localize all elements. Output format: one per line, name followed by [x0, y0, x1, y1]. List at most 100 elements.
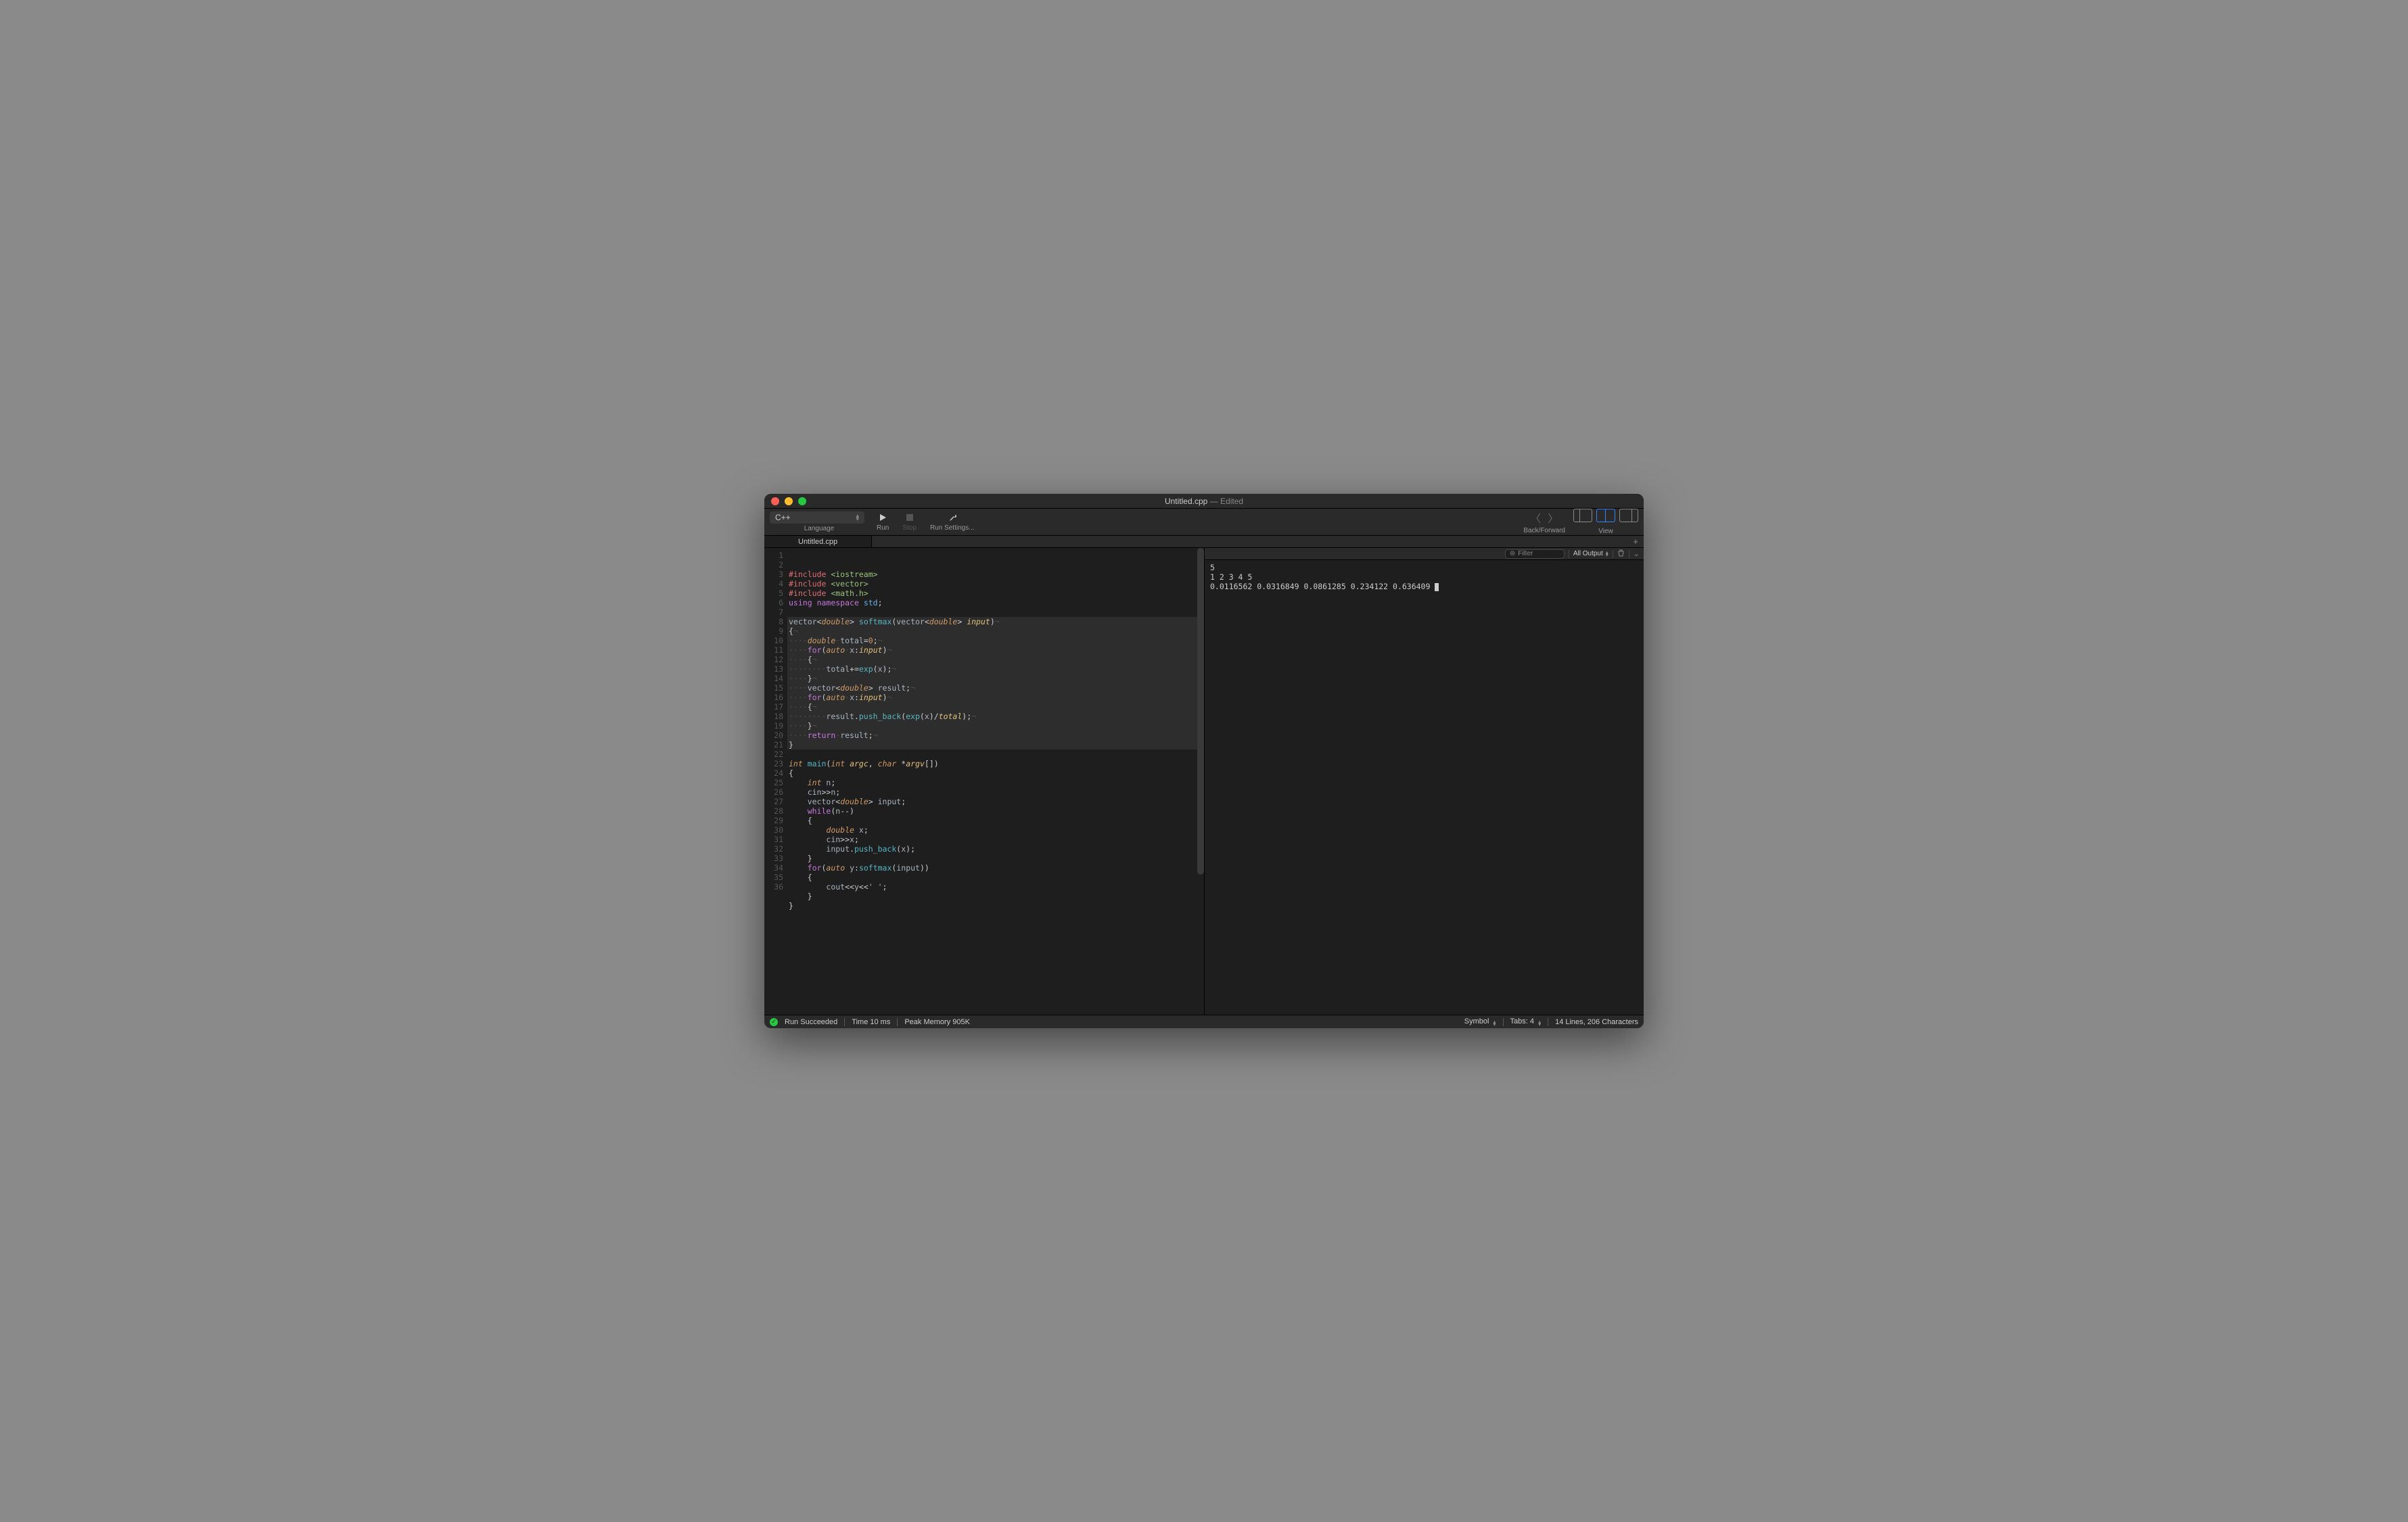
code-line[interactable]: using namespace std;: [787, 598, 1204, 607]
line-number: 34: [764, 863, 783, 873]
view-left-panel-button[interactable]: [1573, 509, 1592, 522]
code-line[interactable]: #include <vector>: [787, 579, 1204, 589]
line-number: 5: [764, 589, 783, 598]
chevron-updown-icon: ▴▾: [1538, 1021, 1541, 1026]
output-scope-select[interactable]: All Output ▴▾: [1573, 550, 1608, 557]
line-number: 28: [764, 806, 783, 816]
line-number: 15: [764, 683, 783, 693]
line-number: 25: [764, 778, 783, 787]
language-value: C++: [775, 513, 791, 522]
code-line[interactable]: int n;: [787, 778, 1204, 787]
code-line[interactable]: cin>>n;: [787, 787, 1204, 797]
code-line[interactable]: double x;: [787, 825, 1204, 835]
code-line[interactable]: ····}¬: [787, 674, 1204, 683]
code-editor[interactable]: 1234567891011121314151617181920212223242…: [764, 548, 1204, 1015]
code-line[interactable]: cin>>x;: [787, 835, 1204, 844]
line-number: 12: [764, 655, 783, 664]
code-line[interactable]: ········total+=exp(x);¬: [787, 664, 1204, 674]
code-line[interactable]: while(n--): [787, 806, 1204, 816]
code-area[interactable]: #include <iostream>#include <vector>#inc…: [787, 548, 1204, 1015]
code-line[interactable]: ····return·result;¬: [787, 731, 1204, 740]
line-number: 27: [764, 797, 783, 806]
status-bar: ✓ Run Succeeded Time 10 ms Peak Memory 9…: [764, 1015, 1644, 1028]
code-line[interactable]: }: [787, 901, 1204, 910]
line-number: 4: [764, 579, 783, 589]
line-number: 30: [764, 825, 783, 835]
filter-icon: ⊜: [1510, 550, 1515, 557]
output-text[interactable]: 51 2 3 4 50.0116562 0.0316849 0.0861285 …: [1205, 560, 1644, 1015]
run-settings-button[interactable]: Run Settings...: [925, 512, 980, 532]
title-filename: Untitled.cpp: [1165, 497, 1207, 506]
filter-placeholder: Filter: [1518, 550, 1533, 557]
output-expand-button[interactable]: ⌄: [1634, 549, 1640, 558]
code-line[interactable]: vector<double> softmax(vector<double> in…: [787, 617, 1204, 626]
title-edited-indicator: — Edited: [1210, 497, 1243, 506]
code-line[interactable]: {: [787, 768, 1204, 778]
code-line[interactable]: ····{¬: [787, 702, 1204, 712]
line-number: 18: [764, 712, 783, 721]
main-area: 1234567891011121314151617181920212223242…: [764, 548, 1644, 1015]
code-line[interactable]: ····for(auto·x:input)¬: [787, 645, 1204, 655]
view-right-panel-button[interactable]: [1619, 509, 1638, 522]
language-select[interactable]: C++ ▴▾: [770, 511, 864, 524]
run-button[interactable]: Run: [871, 512, 894, 532]
tab-untitled[interactable]: Untitled.cpp: [764, 536, 872, 547]
code-line[interactable]: ········result.push_back(exp(x)/total);¬: [787, 712, 1204, 721]
clear-output-button[interactable]: [1617, 549, 1625, 559]
line-number: 6: [764, 598, 783, 607]
code-line[interactable]: {¬: [787, 626, 1204, 636]
code-line[interactable]: [787, 607, 1204, 617]
app-window: Untitled.cpp — Edited C++ ▴▾ Language Ru…: [764, 494, 1644, 1028]
editor-scrollbar[interactable]: [1197, 548, 1204, 875]
line-number: 1: [764, 551, 783, 560]
code-line[interactable]: ····{¬: [787, 655, 1204, 664]
line-number: 22: [764, 750, 783, 759]
status-tabs-select[interactable]: Tabs: 4 ▴▾: [1510, 1017, 1542, 1026]
play-icon: [879, 512, 887, 523]
chevron-updown-icon: ▴▾: [856, 514, 859, 521]
code-line[interactable]: ····}¬: [787, 721, 1204, 731]
minimize-window-button[interactable]: [785, 497, 793, 505]
code-line[interactable]: }: [787, 854, 1204, 863]
code-line[interactable]: {: [787, 873, 1204, 882]
code-line[interactable]: #include <math.h>: [787, 589, 1204, 598]
code-line[interactable]: ····double·total=0;¬: [787, 636, 1204, 645]
code-line[interactable]: cout<<y<<' ';: [787, 882, 1204, 892]
status-time: Time 10 ms: [852, 1018, 890, 1026]
code-line[interactable]: int main(int argc, char *argv[]): [787, 759, 1204, 768]
line-number: 20: [764, 731, 783, 740]
new-tab-button[interactable]: +: [1627, 536, 1644, 547]
line-number: 11: [764, 645, 783, 655]
close-window-button[interactable]: [771, 497, 779, 505]
status-symbol-select[interactable]: Symbol ▴▾: [1464, 1017, 1496, 1026]
forward-button[interactable]: 〉: [1548, 509, 1558, 526]
code-line[interactable]: vector<double> input;: [787, 797, 1204, 806]
stop-icon: [906, 512, 913, 523]
window-title: Untitled.cpp — Edited: [1165, 497, 1243, 506]
stop-button[interactable]: Stop: [897, 512, 922, 532]
view-split-panel-button[interactable]: [1596, 509, 1615, 522]
line-number: 26: [764, 787, 783, 797]
code-line[interactable]: input.push_back(x);: [787, 844, 1204, 854]
line-number: 36: [764, 882, 783, 892]
zoom-window-button[interactable]: [798, 497, 806, 505]
code-line[interactable]: ····for(auto·x:input)¬: [787, 693, 1204, 702]
code-line[interactable]: [787, 750, 1204, 759]
output-line: 1 2 3 4 5: [1210, 572, 1638, 582]
back-button[interactable]: 〈: [1530, 509, 1541, 526]
code-line[interactable]: }: [787, 740, 1204, 750]
view-label: View: [1598, 528, 1613, 535]
line-number: 23: [764, 759, 783, 768]
code-line[interactable]: #include <iostream>: [787, 570, 1204, 579]
line-number: 8: [764, 617, 783, 626]
plus-icon: +: [1633, 536, 1638, 547]
back-forward-label: Back/Forward: [1523, 527, 1565, 534]
line-number: 14: [764, 674, 783, 683]
divider: [1503, 1018, 1504, 1026]
code-line[interactable]: ····vector<double> result;¬: [787, 683, 1204, 693]
line-number: 24: [764, 768, 783, 778]
code-line[interactable]: }: [787, 892, 1204, 901]
code-line[interactable]: {: [787, 816, 1204, 825]
output-filter-input[interactable]: ⊜ Filter: [1505, 549, 1565, 559]
code-line[interactable]: for(auto y:softmax(input)): [787, 863, 1204, 873]
